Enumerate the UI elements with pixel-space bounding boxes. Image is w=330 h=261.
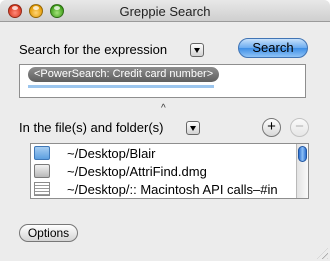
remove-item-button[interactable]: − <box>290 118 309 137</box>
options-button[interactable]: Options <box>19 224 78 242</box>
expression-field[interactable]: <PowerSearch: Credit card number> <box>19 64 306 98</box>
files-list[interactable]: ~/Desktop/Blair ~/Desktop/AttriFind.dmg … <box>30 143 309 199</box>
scrollbar-thumb[interactable] <box>298 146 307 162</box>
folder-icon <box>34 146 50 160</box>
list-item[interactable]: ~/Desktop/:: Macintosh API calls–#in <box>31 181 296 198</box>
list-item-path: ~/Desktop/Blair <box>67 146 156 161</box>
list-item[interactable]: ~/Desktop/Blair <box>31 145 296 163</box>
list-scrollbar[interactable] <box>296 144 308 198</box>
files-menu-button[interactable] <box>186 121 200 135</box>
focus-indicator <box>28 85 214 88</box>
list-item-path: ~/Desktop/AttriFind.dmg <box>67 164 207 179</box>
window-title: Greppie Search <box>119 4 211 19</box>
files-folders-label: In the file(s) and folder(s) <box>19 120 164 135</box>
list-item-path: ~/Desktop/:: Macintosh API calls–#in <box>67 182 278 197</box>
powersearch-token[interactable]: <PowerSearch: Credit card number> <box>28 67 220 82</box>
search-expression-label: Search for the expression <box>19 42 168 57</box>
document-icon <box>34 182 50 196</box>
search-button[interactable]: Search <box>238 38 308 58</box>
window-resize-grip-icon[interactable] <box>317 248 328 259</box>
add-item-button[interactable]: + <box>262 118 281 137</box>
greppie-search-window: Greppie Search Search for the expression… <box>0 0 330 261</box>
list-item[interactable]: ~/Desktop/AttriFind.dmg <box>31 163 296 181</box>
title-bar[interactable]: Greppie Search <box>0 0 330 22</box>
expression-menu-button[interactable] <box>190 43 204 57</box>
split-resize-handle-icon[interactable]: ^ <box>161 103 166 114</box>
disk-image-icon <box>34 164 50 178</box>
